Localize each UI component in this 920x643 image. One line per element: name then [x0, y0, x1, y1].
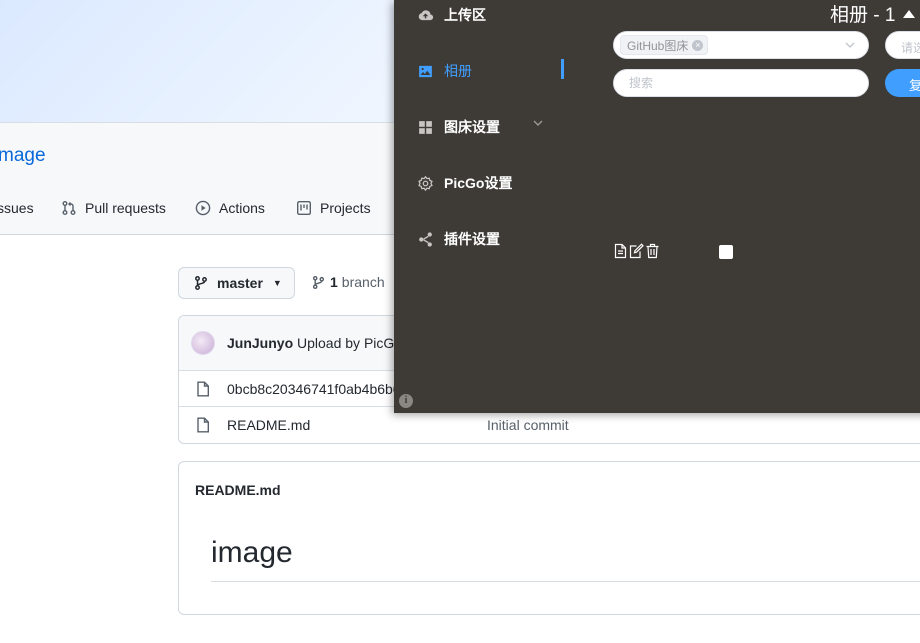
readme-label[interactable]: README.md	[195, 482, 281, 498]
branch-name: master	[217, 275, 263, 291]
active-indicator	[561, 59, 564, 79]
picbed-tag: GitHub图床 ×	[620, 35, 709, 55]
sidebar-item-label: 相册	[444, 63, 472, 79]
image-actions	[613, 243, 660, 259]
chevron-down-icon[interactable]	[844, 39, 856, 51]
grid-icon	[419, 120, 432, 134]
picbed-tag-label: GitHub图床	[627, 38, 689, 53]
readme-title: image	[211, 536, 293, 569]
tab-issues-label: ssues	[0, 200, 34, 216]
share-icon	[419, 231, 432, 247]
tab-projects[interactable]: Projects	[296, 200, 371, 216]
tab-pull-requests[interactable]: Pull requests	[61, 200, 166, 216]
file-icon	[197, 417, 209, 433]
sidebar-item-label: PicGo设置	[444, 175, 513, 191]
sidebar-item-label: 上传区	[444, 7, 486, 23]
picbed-select[interactable]: GitHub图床 ×	[613, 31, 869, 59]
file-name[interactable]: README.md	[227, 417, 310, 433]
sidebar-item-picgo-settings[interactable]: PicGo设置	[417, 173, 512, 193]
close-icon[interactable]: ×	[692, 39, 704, 51]
avatar[interactable]	[191, 331, 215, 355]
picgo-window: 上传区 相册 图床设置 PicGo设置 插件设置 相册 - 1 GitHub图床…	[394, 0, 920, 413]
project-board-icon	[297, 201, 312, 216]
caret-up-icon[interactable]	[903, 9, 916, 18]
file-commit-message[interactable]: Initial commit	[487, 417, 569, 433]
file-icon	[197, 381, 209, 397]
sidebar-item-label: 图床设置	[444, 119, 500, 135]
sidebar-item-plugin-settings[interactable]: 插件设置	[417, 229, 500, 249]
edit-icon[interactable]	[629, 243, 644, 259]
divider	[211, 581, 920, 582]
sort-select[interactable]: 请选	[885, 31, 920, 59]
copy-button[interactable]: 复	[885, 69, 920, 97]
branch-select-button[interactable]: master ▼	[178, 267, 295, 299]
tab-issues[interactable]: ssues	[0, 200, 34, 216]
repo-name-link[interactable]: mage	[0, 145, 46, 167]
tab-pull-requests-label: Pull requests	[85, 200, 166, 216]
tab-actions[interactable]: Actions	[195, 200, 265, 216]
tab-actions-label: Actions	[219, 200, 265, 216]
play-circle-icon	[195, 200, 211, 216]
sort-select-placeholder: 请选	[901, 41, 920, 55]
pull-request-icon	[62, 201, 76, 215]
readme-panel: README.md image	[178, 461, 920, 615]
sidebar-item-upload[interactable]: 上传区	[417, 5, 486, 25]
search-input[interactable]	[613, 69, 869, 97]
git-branch-icon	[195, 276, 207, 290]
commit-message[interactable]: Upload by PicGo	[297, 335, 402, 351]
sidebar-item-picbed-settings[interactable]: 图床设置	[417, 117, 500, 137]
git-branch-icon	[312, 275, 325, 289]
image-icon	[419, 65, 432, 77]
branch-count-link[interactable]: 1 branch	[311, 274, 385, 290]
commit-author[interactable]: JunJunyo	[227, 335, 293, 351]
tab-projects-label: Projects	[320, 200, 371, 216]
gear-icon	[418, 175, 433, 191]
chevron-down-icon[interactable]	[532, 117, 544, 129]
file-name[interactable]: 0bcb8c20346741f0ab4b6b0	[227, 381, 401, 397]
copy-button-label: 复	[909, 78, 920, 93]
album-title-text: 相册 - 1	[830, 5, 896, 26]
branch-count: 1	[330, 274, 338, 290]
branch-count-label: branch	[341, 274, 385, 290]
info-icon[interactable]: i	[399, 394, 413, 408]
caret-down-icon: ▼	[272, 278, 282, 288]
select-checkbox[interactable]	[719, 245, 733, 259]
document-icon[interactable]	[613, 243, 628, 259]
trash-icon[interactable]	[645, 243, 660, 259]
cloud-upload-icon	[418, 9, 434, 20]
album-title: 相册 - 1	[830, 0, 916, 27]
sidebar-item-album[interactable]: 相册	[417, 61, 472, 81]
sidebar-item-label: 插件设置	[444, 231, 500, 247]
